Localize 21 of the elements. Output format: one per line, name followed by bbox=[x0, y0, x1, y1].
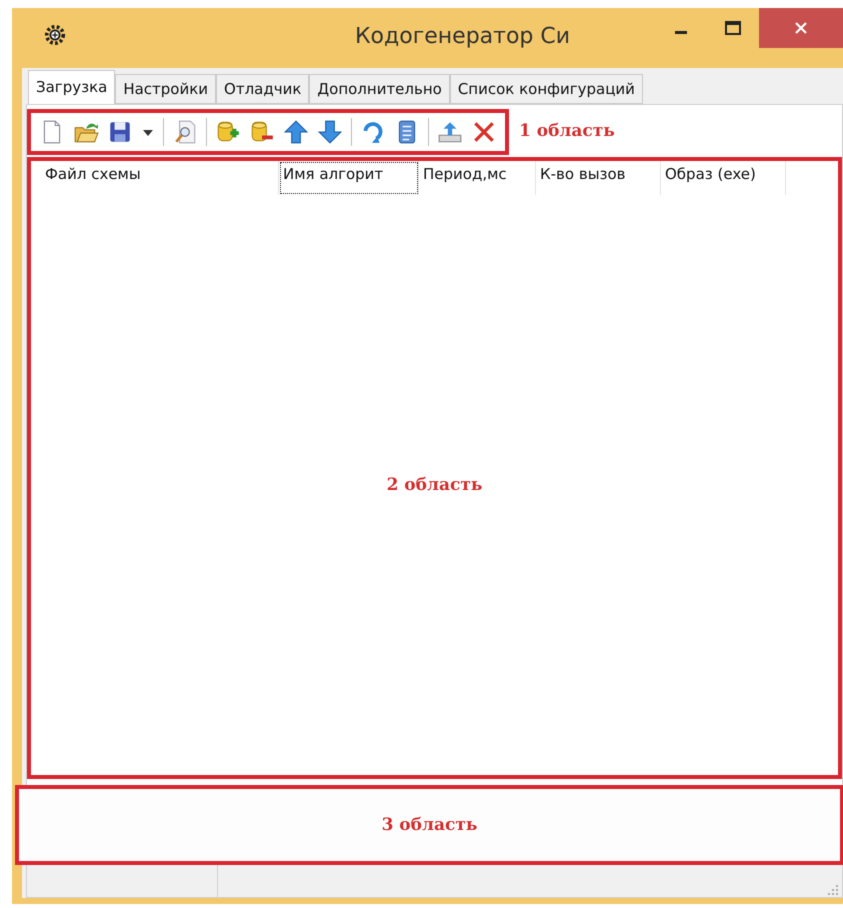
close-icon bbox=[793, 20, 809, 36]
resize-grip-icon[interactable] bbox=[826, 883, 840, 897]
column-header[interactable]: Образ (exe) bbox=[661, 161, 786, 195]
tab[interactable]: Настройки bbox=[115, 74, 216, 104]
arrow-down-icon[interactable] bbox=[317, 119, 343, 145]
annotation-label: 2 область bbox=[386, 475, 482, 495]
maximize-icon bbox=[724, 20, 742, 36]
annotation-label: 1 область bbox=[519, 121, 615, 141]
tab[interactable]: Загрузка bbox=[28, 70, 116, 104]
column-header[interactable]: К-во вызов bbox=[536, 161, 661, 195]
column-header[interactable]: Файл схемы bbox=[41, 161, 279, 195]
annotation-label: 3 область bbox=[382, 815, 478, 835]
tab[interactable]: Список конфигураций bbox=[450, 74, 643, 104]
column-header[interactable]: Имя алгорит bbox=[279, 161, 419, 195]
gear-icon[interactable] bbox=[44, 24, 66, 46]
window-title: Кодогенератор Си bbox=[354, 24, 570, 49]
arrow-up-icon[interactable] bbox=[283, 119, 309, 145]
minimize-icon bbox=[675, 30, 687, 34]
tab[interactable]: Отладчик bbox=[216, 74, 310, 104]
column-header[interactable]: Период,мс bbox=[419, 161, 536, 195]
tab[interactable]: Дополнительно bbox=[309, 74, 450, 104]
